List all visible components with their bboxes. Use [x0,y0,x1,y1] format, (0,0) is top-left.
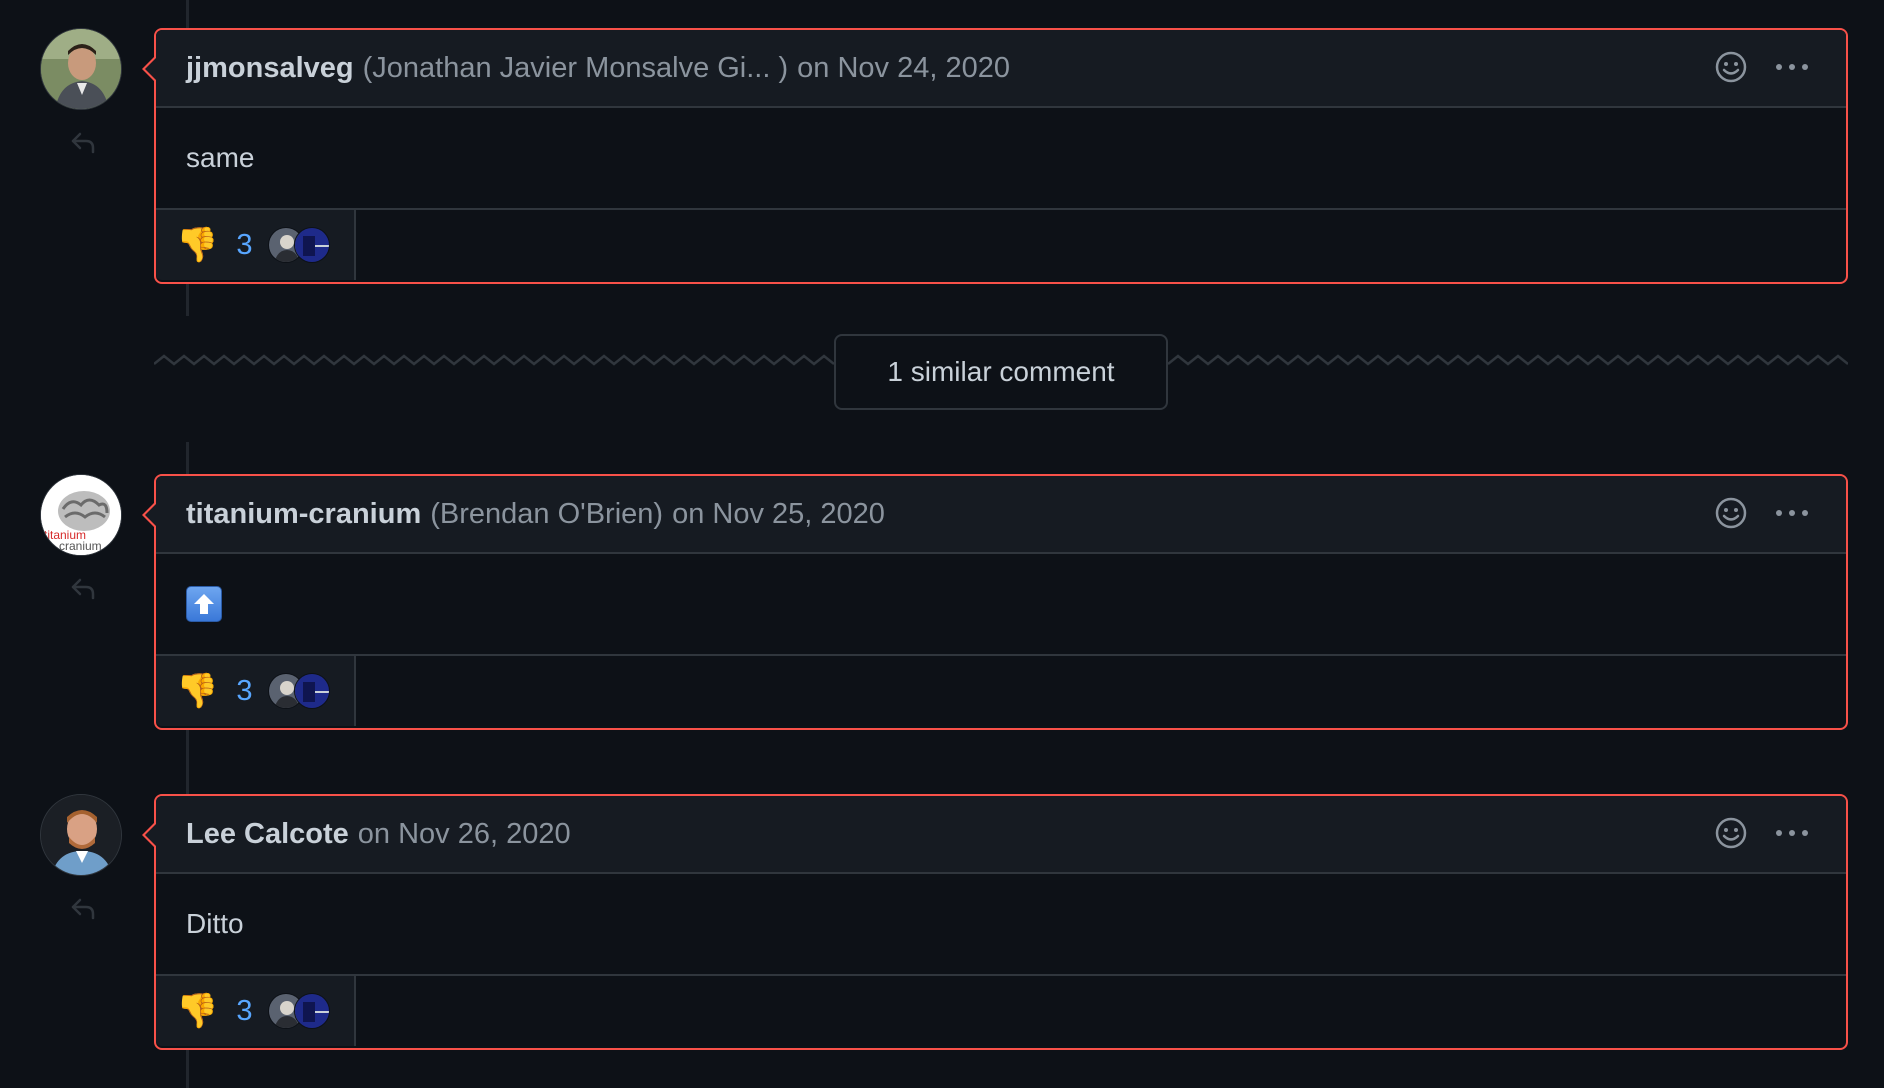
comment-body: Ditto [156,874,1846,976]
comment-box: jjmonsalveg (Jonathan Javier Monsalve Gi… [142,28,1848,284]
kebab-menu-icon[interactable] [1774,496,1810,530]
comment-reactions: 👎 3 [156,656,1846,726]
avatar[interactable]: titanium cranium [40,474,122,556]
avatar-column [40,28,122,154]
timeline-line [186,442,189,476]
similar-comment-button[interactable]: 1 similar comment [834,334,1168,410]
kebab-menu-icon[interactable] [1774,816,1810,850]
thumbs-down-reaction-button[interactable]: 👎 3 [156,210,356,280]
reactor-avatar[interactable] [294,993,331,1029]
author-fullname: (Jonathan Javier Monsalve Gi... ) [362,51,789,84]
up-arrow-icon [186,586,222,622]
thumbs-down-reaction-button[interactable]: 👎 3 [156,656,356,726]
avatar[interactable] [40,794,122,876]
reaction-count: 3 [236,994,253,1027]
comment-date[interactable]: on Nov 26, 2020 [358,818,571,851]
reply-icon[interactable] [68,574,98,604]
avatar[interactable] [40,28,122,110]
timeline-line [186,282,189,316]
reactor-avatars [268,673,331,709]
logo-text-bottom: cranium [59,539,102,553]
header-actions [1714,50,1810,84]
comment-date[interactable]: on Nov 24, 2020 [797,52,1010,85]
reply-icon[interactable] [68,128,98,158]
reaction-count: 3 [236,674,253,707]
author-link[interactable]: titanium-cranium [186,498,421,531]
timeline-line [186,728,189,794]
thumbs-down-reaction-button[interactable]: 👎 3 [156,976,356,1046]
thumbs-down-icon: 👎 [176,671,219,711]
avatar-column [40,794,122,920]
header-actions [1714,496,1810,530]
reactor-avatar[interactable] [294,227,331,263]
comment-body: same [156,108,1846,210]
zigzag-divider [1168,354,1848,366]
zigzag-divider [154,354,834,366]
thumbs-down-icon: 👎 [176,225,219,265]
comment-date[interactable]: on Nov 25, 2020 [672,498,885,531]
avatar-column: titanium cranium [40,474,122,600]
comment-text: Ditto [186,908,244,939]
comment-reactions: 👎 3 [156,210,1846,280]
smiley-icon[interactable] [1714,50,1748,84]
smiley-icon[interactable] [1714,816,1748,850]
author-fullname: (Brendan O'Brien) [430,497,664,530]
comment-box: titanium-cranium (Brendan O'Brien) on No… [142,474,1848,730]
reaction-count: 3 [236,228,253,261]
similar-comments-row: 1 similar comment [154,334,1848,410]
kebab-menu-icon[interactable] [1774,50,1810,84]
reactor-avatar[interactable] [294,673,331,709]
timeline-line [186,1048,189,1088]
comment-header: Lee Calcote on Nov 26, 2020 [156,796,1846,874]
reply-icon[interactable] [68,894,98,924]
header-actions [1714,816,1810,850]
comment-text: same [186,142,255,173]
author-link[interactable]: Lee Calcote [186,818,349,851]
timeline-line [186,0,189,28]
comment-header: titanium-cranium (Brendan O'Brien) on No… [156,476,1846,554]
comment-box: Lee Calcote on Nov 26, 2020 Ditto 👎 3 [142,794,1848,1050]
author-link[interactable]: jjmonsalveg [186,52,354,85]
reactor-avatars [268,227,331,263]
comment-body [156,554,1846,656]
reactor-avatars [268,993,331,1029]
comment-reactions: 👎 3 [156,976,1846,1046]
thumbs-down-icon: 👎 [176,991,219,1031]
comment-header: jjmonsalveg (Jonathan Javier Monsalve Gi… [156,30,1846,108]
smiley-icon[interactable] [1714,496,1748,530]
timeline: jjmonsalveg (Jonathan Javier Monsalve Gi… [0,0,1884,1088]
